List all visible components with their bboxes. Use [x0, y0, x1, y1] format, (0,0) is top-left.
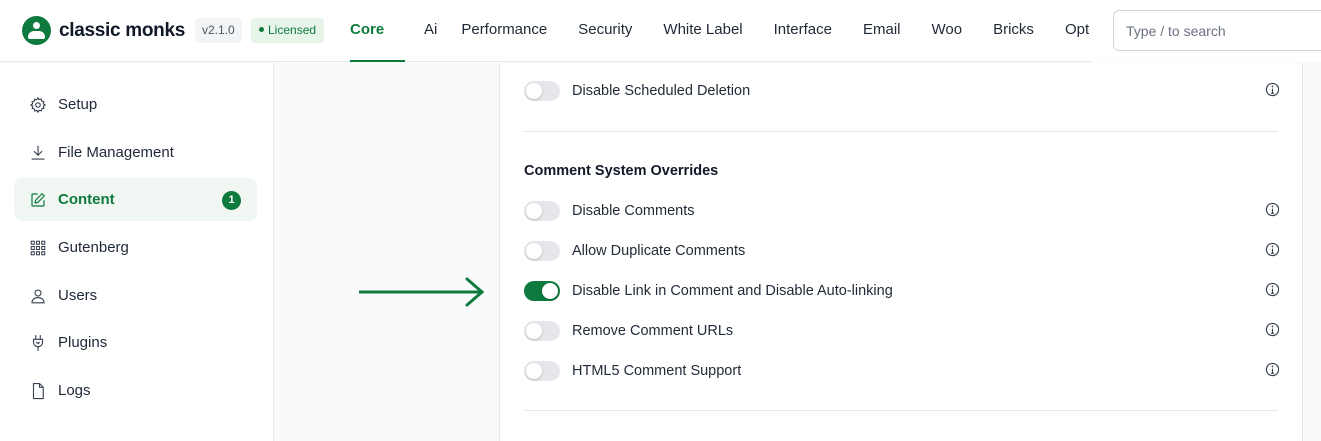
setting-label: HTML5 Comment Support — [572, 363, 742, 379]
setting-row-remove-comment-urls: Remove Comment URLs — [524, 319, 1280, 343]
sidebar-item-label: Users — [58, 287, 98, 304]
monk-logo-icon — [22, 16, 51, 45]
tab-label: Woo — [931, 21, 963, 38]
section-title: Comment System Overrides — [524, 163, 719, 179]
tab-label: Interface — [773, 21, 832, 38]
tab-label: Security — [578, 21, 633, 38]
tab-security[interactable]: Security — [578, 0, 632, 62]
top-bar: classic monks v2.1.0 Licensed Core Ai Pe… — [0, 0, 1321, 62]
sidebar-item-gutenberg[interactable]: Gutenberg — [14, 226, 257, 269]
setting-label: Disable Scheduled Deletion — [572, 83, 751, 99]
license-label: Licensed — [268, 23, 317, 37]
tab-white-label[interactable]: White Label — [663, 0, 742, 62]
arrow-right-icon — [359, 277, 485, 307]
user-icon — [29, 287, 47, 305]
toggle-switch[interactable] — [524, 361, 560, 381]
info-icon[interactable] — [1265, 322, 1280, 337]
setting-row-disable-scheduled-deletion: Disable Scheduled Deletion — [524, 79, 1280, 103]
info-icon[interactable] — [1265, 362, 1280, 377]
setting-label: Disable Comments — [572, 203, 695, 219]
download-icon — [29, 144, 47, 162]
tab-label: Opt — [1064, 21, 1090, 38]
edit-icon — [29, 191, 47, 209]
search-input[interactable] — [1113, 10, 1321, 51]
brand-name: classic monks — [59, 19, 186, 41]
tab-label: Bricks — [993, 21, 1034, 38]
sidebar-item-label: File Management — [58, 144, 174, 161]
tab-performance[interactable]: Performance — [461, 0, 547, 62]
tab-label: White Label — [663, 21, 743, 38]
tab-label: Core — [350, 21, 385, 38]
toggle-switch[interactable] — [524, 241, 560, 261]
toggle-switch[interactable] — [524, 81, 560, 101]
divider — [524, 131, 1278, 132]
setting-row-allow-duplicate-comments: Allow Duplicate Comments — [524, 239, 1280, 263]
toggle-switch[interactable] — [524, 281, 560, 301]
plug-icon — [29, 334, 47, 352]
sidebar-item-logs[interactable]: Logs — [14, 369, 257, 412]
count-badge: 1 — [222, 191, 241, 210]
sidebar-item-file-management[interactable]: File Management — [14, 131, 257, 174]
setting-row-disable-comments: Disable Comments — [524, 199, 1280, 223]
setting-row-disable-link-in-comment: Disable Link in Comment and Disable Auto… — [524, 279, 1280, 303]
license-badge: Licensed — [251, 18, 325, 43]
version-badge: v2.1.0 — [195, 18, 242, 43]
sidebar-item-users[interactable]: Users — [14, 274, 257, 317]
sidebar: Setup File Management Content 1 Gutenber… — [0, 63, 274, 441]
tab-core[interactable]: Core — [350, 0, 405, 62]
tab-interface[interactable]: Interface — [774, 0, 832, 62]
status-dot-icon — [259, 27, 264, 33]
divider — [524, 410, 1278, 411]
setting-label: Disable Link in Comment and Disable Auto… — [572, 283, 893, 299]
sidebar-item-label: Content — [58, 191, 115, 208]
sidebar-item-setup[interactable]: Setup — [14, 83, 257, 126]
tab-email[interactable]: Email — [863, 0, 901, 62]
info-icon[interactable] — [1265, 282, 1280, 297]
logo[interactable]: classic monks — [22, 16, 185, 45]
tab-label: Ai — [424, 21, 438, 38]
info-icon[interactable] — [1265, 202, 1280, 217]
main-nav: Core Ai Performance Security White Label… — [350, 0, 1089, 62]
tab-bricks[interactable]: Bricks — [993, 0, 1034, 62]
tab-woo[interactable]: Woo — [932, 0, 963, 62]
info-icon[interactable] — [1265, 242, 1280, 257]
sidebar-item-label: Logs — [58, 382, 91, 399]
tab-label: Email — [863, 21, 901, 38]
search-container — [1092, 0, 1321, 62]
setting-row-html5-comment-support: HTML5 Comment Support — [524, 359, 1280, 383]
sidebar-item-label: Gutenberg — [58, 239, 129, 256]
toggle-switch[interactable] — [524, 321, 560, 341]
tab-ai[interactable]: Ai — [424, 0, 437, 62]
sidebar-item-label: Setup — [58, 96, 98, 113]
settings-card: Disable Scheduled Deletion Comment Syste… — [499, 63, 1303, 441]
sidebar-item-plugins[interactable]: Plugins — [14, 321, 257, 364]
tab-label: Performance — [461, 21, 548, 38]
file-icon — [29, 382, 47, 400]
setting-label: Remove Comment URLs — [572, 323, 734, 339]
toggle-switch[interactable] — [524, 201, 560, 221]
grid-icon — [29, 239, 47, 257]
sidebar-item-content[interactable]: Content 1 — [14, 178, 257, 221]
setting-label: Allow Duplicate Comments — [572, 243, 746, 259]
sidebar-item-label: Plugins — [58, 334, 108, 351]
info-icon[interactable] — [1265, 82, 1280, 97]
gear-icon — [29, 96, 47, 114]
tab-optimization[interactable]: Opt — [1065, 0, 1089, 62]
